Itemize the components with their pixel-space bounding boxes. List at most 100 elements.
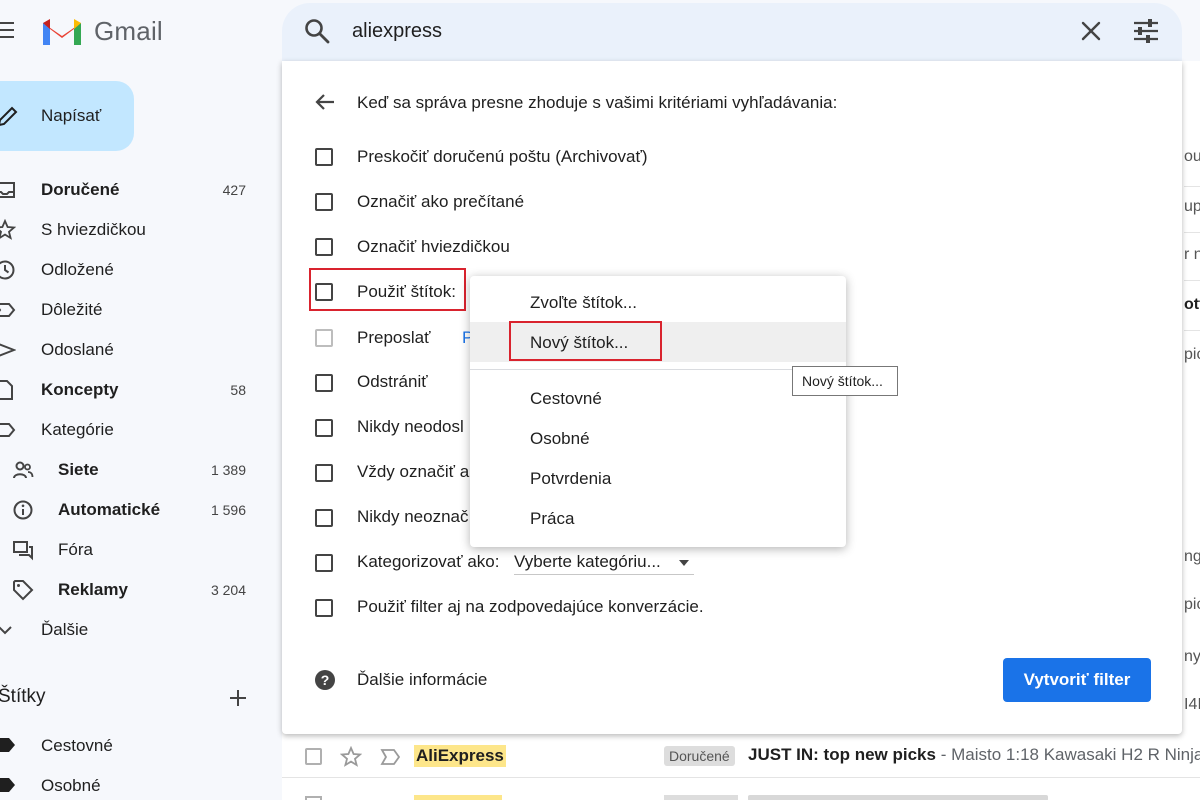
menu-item-choose-label[interactable] — [470, 282, 846, 322]
checkbox-never-spam[interactable] — [315, 419, 333, 437]
sidebar-item-count: 427 — [222, 182, 246, 198]
main-menu-icon[interactable] — [0, 22, 18, 40]
row-sender: AliExpress — [414, 745, 506, 767]
star-icon[interactable] — [340, 746, 362, 768]
label-icon — [0, 738, 15, 752]
sidebar-label-name: Cestovné — [41, 736, 113, 755]
sidebar-item-label: Siete — [58, 460, 99, 479]
gmail-logo-icon[interactable] — [40, 15, 84, 49]
sidebar-item-promotions[interactable]: Reklamy 3 204 — [0, 572, 260, 608]
sidebar-item-label: Odložené — [41, 260, 114, 279]
help-icon[interactable]: ? — [314, 669, 336, 691]
labels-heading: Štítky — [0, 686, 46, 707]
sidebar-item-social[interactable]: Siete 1 389 — [0, 452, 260, 488]
sidebar-item-label: Koncepty — [41, 380, 119, 399]
tooltip: Nový štítok... — [792, 366, 898, 396]
sidebar-item-label: Ďalšie — [41, 620, 89, 639]
close-icon[interactable] — [1078, 18, 1104, 44]
sidebar-item-important[interactable]: Dôležité — [0, 292, 260, 328]
sidebar-label-name: Osobné — [41, 776, 101, 795]
mail-list-peek-text: ou — [1184, 148, 1200, 165]
highlight-box — [309, 268, 466, 311]
forum-icon — [13, 541, 33, 561]
sidebar-item-more[interactable]: Ďalšie — [0, 612, 260, 648]
checkbox-delete[interactable] — [315, 374, 333, 392]
option-label: Preskočiť doručenú poštu (Archivovať) — [357, 147, 648, 166]
sidebar-item-label: Doručené — [41, 180, 120, 199]
menu-divider — [470, 369, 846, 370]
menu-item-label-option[interactable] — [470, 498, 846, 538]
option-label: Odstrániť — [357, 372, 428, 391]
checkbox-apply-to-matching[interactable] — [315, 599, 333, 617]
checkbox-always-important[interactable] — [315, 464, 333, 482]
sidebar-item-label: Reklamy — [58, 580, 128, 599]
people-icon — [13, 461, 34, 479]
sidebar-label-item[interactable]: Osobné — [0, 768, 260, 800]
tag-icon — [13, 580, 34, 601]
sidebar-item-label: Fóra — [58, 540, 93, 559]
row-subject-placeholder — [748, 795, 1048, 800]
filter-heading: Keď sa správa presne zhoduje s vašimi kr… — [357, 93, 838, 112]
menu-item-label: Zvoľte štítok... — [530, 293, 637, 312]
mail-list-divider — [1184, 330, 1200, 331]
sidebar-label-item[interactable]: Cestovné — [0, 728, 260, 762]
clock-icon — [0, 260, 15, 280]
row-subject: JUST IN: top new picks - Maisto 1:18 Kaw… — [748, 745, 1200, 765]
row-label-badge — [664, 795, 738, 800]
checkbox-star[interactable] — [315, 238, 333, 256]
mail-list-peek-text: pic — [1184, 596, 1200, 613]
menu-item-label-option[interactable] — [470, 378, 846, 418]
row-checkbox[interactable] — [305, 748, 322, 765]
sidebar-item-snoozed[interactable]: Odložené — [0, 252, 260, 288]
learn-more-link[interactable]: Ďalšie informácie — [357, 670, 487, 690]
add-label-icon[interactable] — [228, 688, 248, 708]
checkbox-skip-inbox[interactable] — [315, 148, 333, 166]
label-icon — [0, 778, 15, 792]
row-label-badge: Doručené — [664, 746, 735, 766]
row-sender-highlight — [414, 795, 502, 800]
sidebar-item-drafts[interactable]: Koncepty 58 — [0, 372, 260, 408]
chevron-down-icon — [0, 626, 12, 635]
create-filter-button[interactable]: Vytvoriť filter — [1003, 658, 1151, 702]
option-label: Nikdy neoznač — [357, 507, 469, 526]
option-label: Kategorizovať ako: — [357, 552, 500, 571]
important-icon[interactable] — [380, 748, 402, 766]
sidebar-item-updates[interactable]: Automatické 1 596 — [0, 492, 260, 528]
arrow-back-icon[interactable] — [314, 91, 336, 113]
mail-list-peek-text: ng — [1184, 548, 1200, 565]
menu-item-label-option[interactable] — [470, 458, 846, 498]
sidebar-item-label: Kategórie — [41, 420, 114, 439]
caret-down-icon — [679, 560, 689, 566]
search-options-icon[interactable] — [1132, 18, 1160, 44]
pencil-icon — [0, 106, 18, 126]
sidebar-item-sent[interactable]: Odoslané — [0, 332, 260, 368]
mail-list-divider — [1184, 186, 1200, 187]
sidebar-item-inbox[interactable]: Doručené 427 — [0, 172, 260, 208]
search-icon[interactable] — [304, 18, 330, 44]
option-label: Preposlať — [357, 328, 431, 347]
mail-list-peek-text: r n — [1184, 246, 1200, 263]
row-checkbox[interactable] — [305, 796, 322, 800]
send-icon — [0, 343, 16, 357]
option-label: Použiť filter aj na zodpovedajúce konver… — [357, 597, 704, 616]
checkbox-never-important[interactable] — [315, 509, 333, 527]
sidebar-item-label: S hviezdičkou — [41, 220, 146, 239]
search-input[interactable]: aliexpress — [352, 20, 442, 43]
svg-text:?: ? — [321, 672, 330, 688]
sidebar-item-label: Odoslané — [41, 340, 114, 359]
sidebar-item-label: Dôležité — [41, 300, 103, 319]
compose-label: Napísať — [41, 106, 102, 125]
category-select[interactable]: Vyberte kategóriu... — [514, 552, 694, 575]
option-label: Vždy označiť a — [357, 462, 470, 481]
sidebar-item-forums[interactable]: Fóra — [0, 532, 260, 568]
checkbox-forward[interactable] — [315, 329, 333, 347]
draft-icon — [0, 380, 13, 400]
sidebar-item-categories[interactable]: Kategórie — [0, 412, 260, 448]
sidebar-item-count: 1 389 — [210, 462, 246, 478]
checkbox-mark-read[interactable] — [315, 193, 333, 211]
checkbox-categorize[interactable] — [315, 554, 333, 572]
menu-item-label: Potvrdenia — [530, 469, 612, 488]
sidebar-item-starred[interactable]: S hviezdičkou — [0, 212, 260, 248]
menu-item-label-option[interactable] — [470, 418, 846, 458]
inbox-icon — [0, 182, 15, 198]
